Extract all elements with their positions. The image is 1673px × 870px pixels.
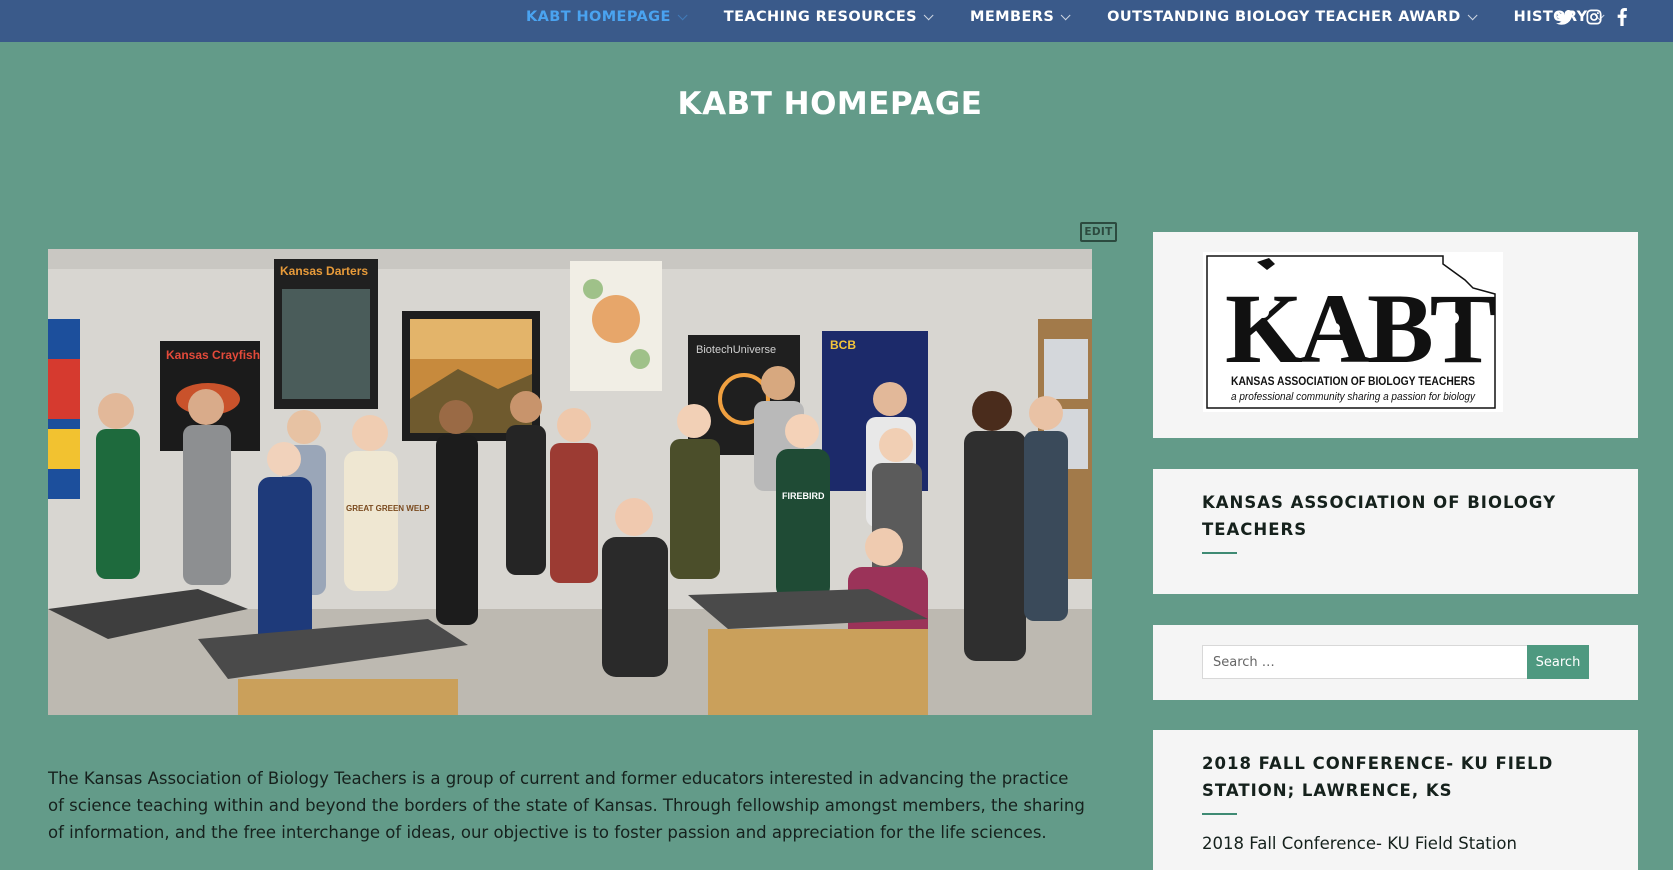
chevron-down-icon [1060,9,1071,20]
conference-widget: 2018 FALL CONFERENCE- KU FIELD STATION; … [1153,730,1638,870]
chevron-down-icon [923,9,934,20]
kabt-logo[interactable]: KABT KANSAS ASSOCIATION OF BIOLOGY TEACH… [1203,252,1503,412]
poster-label: Kansas Darters [280,264,368,278]
widget-title: KANSAS ASSOCIATION OF BIOLOGY TEACHERS [1202,493,1557,539]
title-underline [1202,813,1237,815]
widget-title: 2018 FALL CONFERENCE- KU FIELD STATION; … [1202,754,1554,800]
nav-item-label: TEACHING RESOURCES [723,9,918,25]
search-button[interactable]: Search [1527,645,1589,679]
poster-label: BiotechUniverse [696,344,776,356]
poster-label: BCB [830,338,856,352]
nav-item-kabt-homepage[interactable]: KABT HOMEPAGE [526,9,688,25]
nav-item-label: HISTORY [1513,9,1588,25]
instagram-icon[interactable] [1583,6,1605,28]
page-title: KABT HOMEPAGE [677,86,983,122]
logo-tagline: a professional community sharing a passi… [1231,391,1476,403]
nav-item-teaching-resources[interactable]: TEACHING RESOURCES [723,9,934,25]
nav-item-outstanding-biology-teacher-award[interactable]: OUTSTANDING BIOLOGY TEACHER AWARD [1107,9,1478,25]
nav-item-members[interactable]: MEMBERS [970,9,1071,25]
poster-botanical [570,261,662,391]
nav-item-label: OUTSTANDING BIOLOGY TEACHER AWARD [1107,9,1461,25]
chevron-down-icon [1467,9,1478,20]
facebook-icon[interactable] [1611,6,1633,28]
poster-label: Kansas Crayfish [166,348,260,362]
primary-menu: KABT HOMEPAGE TEACHING RESOURCES MEMBERS… [526,0,1641,34]
poster-kansas-darters: Kansas Darters [274,259,378,409]
nav-item-label: KABT HOMEPAGE [526,9,671,25]
association-widget: KANSAS ASSOCIATION OF BIOLOGY TEACHERS [1153,469,1638,594]
edit-button[interactable]: EDIT [1080,222,1117,242]
nav-item-label: MEMBERS [970,9,1055,25]
shirt-text: GREAT GREEN WELP [346,504,430,513]
chevron-down-icon [677,9,688,20]
main-navbar: KABT HOMEPAGE TEACHING RESOURCES MEMBERS… [0,0,1673,42]
intro-paragraph: The Kansas Association of Biology Teache… [48,769,1085,842]
shirt-text: FIREBIRD [782,491,825,501]
logo-letters: KABT [1225,273,1496,384]
search-input[interactable] [1202,645,1528,679]
conference-link[interactable]: 2018 Fall Conference- KU Field Station [1202,834,1517,853]
search-widget: Search [1153,625,1638,700]
title-underline [1202,552,1237,554]
hero-group-photo: Kansas Crayfish Kansas Darters BiotechUn… [48,249,1092,715]
logo-org-name: KANSAS ASSOCIATION OF BIOLOGY TEACHERS [1231,374,1475,388]
twitter-icon[interactable] [1554,6,1576,28]
logo-widget: KABT KANSAS ASSOCIATION OF BIOLOGY TEACH… [1153,232,1638,438]
